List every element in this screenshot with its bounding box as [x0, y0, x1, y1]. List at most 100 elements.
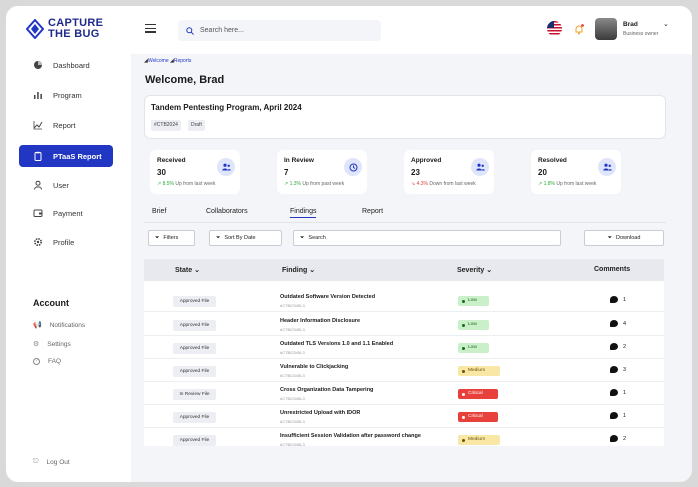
table-row[interactable]: Approved File Outdated Software Version … [144, 289, 664, 312]
account-item-settings[interactable]: ⚙ Settings [33, 340, 71, 349]
stat-trend: ↘ 4.3% Down from last week [411, 181, 476, 187]
sidebar-item-dashboard[interactable]: Dashboard [19, 54, 113, 76]
sidebar-item-label: Profile [53, 237, 75, 247]
account-item-notifications[interactable]: 📢 Notifications [33, 321, 85, 330]
search-placeholder: Search here... [200, 27, 244, 34]
gear-icon: ⚙ [33, 341, 40, 348]
severity-badge: Critical [458, 389, 498, 399]
notification-bell-icon[interactable] [574, 22, 584, 40]
account-section-title: Account [33, 298, 69, 308]
sidebar-item-label: Program [53, 90, 82, 100]
us-flag-icon[interactable] [547, 21, 562, 36]
search-input[interactable]: Search here... [178, 20, 381, 41]
stat-label: In Review [284, 157, 314, 164]
comments-count[interactable]: 1 [610, 412, 626, 419]
column-header-comments[interactable]: Comments [594, 266, 630, 273]
finding-title[interactable]: Insufficient Session Validation after pa… [280, 433, 421, 439]
bug-logo-icon [26, 19, 44, 39]
column-header-state[interactable]: State ⌄ [175, 266, 200, 274]
finding-title[interactable]: Cross Organization Data Tampering [280, 387, 373, 393]
chevron-down-icon[interactable]: ⌄ [663, 20, 669, 28]
question-icon: ? [33, 358, 40, 365]
comments-count[interactable]: 1 [610, 296, 626, 303]
sidebar-item-payment[interactable]: Payment [19, 202, 113, 224]
state-badge: Approved File [173, 296, 216, 307]
stat-label: Approved [411, 157, 442, 164]
sidebar-item-report[interactable]: Report [19, 114, 113, 136]
logout-label: Log Out [46, 458, 70, 466]
avatar[interactable] [595, 18, 617, 40]
sidebar-item-profile[interactable]: Profile [19, 231, 113, 253]
tab-collaborators[interactable]: Collaborators [206, 208, 248, 215]
table-row[interactable]: Approved File Header Information Disclos… [144, 313, 664, 336]
tab-findings[interactable]: Findings [290, 208, 317, 218]
filter-icon: ⏷ [300, 234, 305, 241]
finding-id: #CTBI2345L3 [280, 396, 305, 401]
breadcrumb-welcome[interactable]: Welcome [148, 58, 169, 64]
comments-count[interactable]: 2 [610, 435, 626, 442]
state-badge: Approved File [173, 435, 216, 446]
download-button[interactable]: ⏷ Download [584, 230, 664, 246]
severity-badge: Low [458, 296, 489, 306]
comments-count[interactable]: 2 [610, 343, 626, 350]
tab-brief[interactable]: Brief [152, 208, 166, 215]
sort-by-date-button[interactable]: ⏷ Sort By Date [209, 230, 282, 246]
program-card: Tandem Pentesting Program, April 2024 #C… [144, 95, 666, 139]
finding-title[interactable]: Unrestricted Upload with IDOR [280, 410, 360, 416]
hamburger-menu-icon[interactable] [145, 24, 156, 35]
state-badge: Approved File [173, 320, 216, 331]
brand-logo[interactable]: CAPTURE THE BUG [26, 18, 103, 40]
stat-trend: ↗ 1.8% Up from last week [538, 181, 597, 187]
stat-card-resolved: Resolved 20 ↗ 1.8% Up from last week [531, 150, 621, 194]
user-name: Brad [623, 21, 638, 28]
table-row[interactable]: In Review File Cross Organization Data T… [144, 382, 664, 405]
comments-count[interactable]: 3 [610, 366, 626, 373]
stat-trend: ↗ 8.5% Up from last week [157, 181, 216, 187]
table-row[interactable]: Approved File Insufficient Session Valid… [144, 428, 664, 451]
findings-search-input[interactable]: ⏷ Search [293, 230, 561, 246]
state-badge: Approved File [173, 343, 216, 354]
table-header: State ⌄ Finding ⌄ Severity ⌄ Comments [144, 259, 664, 281]
program-tag-code: #CTB2024 [151, 120, 181, 131]
stat-card-in-review: In Review 7 ↗ 1.3% Up from past week [277, 150, 367, 194]
clipboard-icon [34, 151, 42, 161]
finding-title[interactable]: Outdated TLS Versions 1.0 and 1.1 Enable… [280, 341, 393, 347]
comments-count[interactable]: 4 [610, 320, 626, 327]
sidebar-item-user[interactable]: User [19, 174, 113, 196]
breadcrumb-reports[interactable]: Reports [174, 58, 192, 64]
comments-count[interactable]: 1 [610, 389, 626, 396]
megaphone-icon: 📢 [33, 322, 42, 329]
finding-title[interactable]: Header Information Disclosure [280, 318, 360, 324]
logout-button[interactable]: ⎋ Log Out [33, 458, 70, 466]
stat-card-approved: Approved 23 ↘ 4.3% Down from last week [404, 150, 494, 194]
brand-line-2: THE BUG [48, 28, 100, 40]
finding-title[interactable]: Outdated Software Version Detected [280, 294, 375, 300]
finding-id: #CTBI2345L3 [280, 303, 305, 308]
state-badge: Approved File [173, 412, 216, 423]
stat-trend: ↗ 1.3% Up from past week [284, 181, 345, 187]
account-item-faq[interactable]: ? FAQ [33, 358, 61, 365]
users-icon [217, 158, 235, 176]
sidebar-item-label: Dashboard [53, 60, 90, 70]
finding-id: #CTBI2345L3 [280, 442, 305, 447]
sidebar: CAPTURE THE BUG Dashboard Program Report… [6, 6, 131, 482]
wallet-icon [33, 209, 43, 217]
state-badge: Approved File [173, 366, 216, 377]
stat-value: 23 [411, 168, 420, 177]
column-header-severity[interactable]: Severity ⌄ [457, 266, 492, 274]
column-header-finding[interactable]: Finding ⌄ [282, 266, 315, 274]
filters-button[interactable]: ⏷ Filters [148, 230, 195, 246]
table-row[interactable]: Approved File Outdated TLS Versions 1.0 … [144, 336, 664, 359]
page-title: Welcome, Brad [145, 74, 225, 86]
sidebar-item-program[interactable]: Program [19, 84, 113, 106]
severity-badge: Medium [458, 435, 500, 445]
table-row[interactable]: Approved File Unrestricted Upload with I… [144, 405, 664, 428]
filter-icon: ⏷ [607, 234, 612, 241]
table-row[interactable]: Approved File Vulnerable to Clickjacking… [144, 359, 664, 382]
finding-title[interactable]: Vulnerable to Clickjacking [280, 364, 348, 370]
stat-value: 20 [538, 168, 547, 177]
user-role: Business owner [623, 31, 659, 37]
tab-report[interactable]: Report [362, 208, 383, 215]
sidebar-item-ptaas-report[interactable]: PTaaS Report [19, 145, 113, 167]
sidebar-item-label: User [53, 180, 69, 190]
